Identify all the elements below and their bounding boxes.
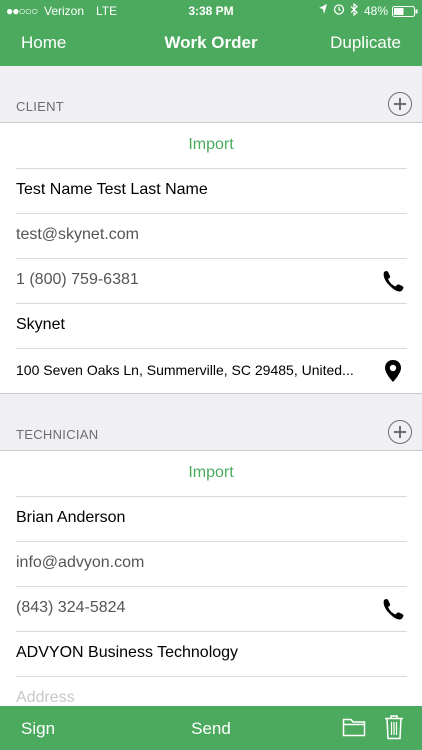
- technician-header-label: TECHNICIAN: [16, 427, 99, 442]
- client-import-button[interactable]: Import: [0, 136, 422, 154]
- technician-name-row[interactable]: Brian Anderson: [0, 496, 422, 541]
- technician-name-field[interactable]: Brian Anderson: [16, 509, 125, 527]
- technician-address-field[interactable]: Address: [16, 689, 75, 706]
- folder-icon[interactable]: [342, 716, 366, 743]
- technician-company-field[interactable]: ADVYON Business Technology: [16, 644, 238, 662]
- trash-icon[interactable]: [384, 714, 404, 745]
- duplicate-button[interactable]: Duplicate: [330, 33, 401, 53]
- client-phone-row[interactable]: 1 (800) 759-6381: [0, 258, 422, 303]
- form-content[interactable]: CLIENT Import Test Name Test Last Name t…: [0, 66, 422, 706]
- client-name-row[interactable]: Test Name Test Last Name: [0, 168, 422, 213]
- client-address-row[interactable]: 100 Seven Oaks Ln, Summerville, SC 29485…: [0, 348, 422, 393]
- map-pin-icon[interactable]: [380, 358, 406, 384]
- location-icon: [318, 3, 328, 18]
- phone-icon[interactable]: [380, 596, 406, 622]
- technician-address-row[interactable]: Address: [0, 676, 422, 706]
- status-bar: ●●○○○ Verizon LTE 3:38 PM 48%: [0, 0, 422, 22]
- add-client-icon[interactable]: [388, 92, 412, 116]
- alarm-icon: [333, 3, 345, 18]
- client-company-field[interactable]: Skynet: [16, 316, 65, 334]
- technician-phone-row[interactable]: (843) 324-5824: [0, 586, 422, 631]
- phone-icon[interactable]: [380, 268, 406, 294]
- battery-percent: 48%: [364, 4, 389, 18]
- bottom-toolbar: Sign Send: [0, 706, 422, 750]
- client-address-field[interactable]: 100 Seven Oaks Ln, Summerville, SC 29485…: [16, 362, 354, 378]
- battery-icon: [392, 6, 418, 20]
- client-header-label: CLIENT: [16, 99, 65, 114]
- client-group: Import Test Name Test Last Name test@sky…: [0, 122, 422, 394]
- bluetooth-icon: [350, 2, 359, 19]
- technician-phone-field[interactable]: (843) 324-5824: [16, 599, 125, 617]
- add-technician-icon[interactable]: [388, 420, 412, 444]
- technician-company-row[interactable]: ADVYON Business Technology: [0, 631, 422, 676]
- technician-email-row[interactable]: info@advyon.com: [0, 541, 422, 586]
- technician-import-row[interactable]: Import: [0, 451, 422, 496]
- client-email-row[interactable]: test@skynet.com: [0, 213, 422, 258]
- technician-email-field[interactable]: info@advyon.com: [16, 554, 144, 572]
- client-name-field[interactable]: Test Name Test Last Name: [16, 181, 208, 199]
- client-phone-field[interactable]: 1 (800) 759-6381: [16, 271, 139, 289]
- technician-section-header: TECHNICIAN: [0, 394, 422, 450]
- client-company-row[interactable]: Skynet: [0, 303, 422, 348]
- technician-group: Import Brian Anderson info@advyon.com (8…: [0, 450, 422, 706]
- client-section-header: CLIENT: [0, 66, 422, 122]
- navigation-bar: Home Work Order Duplicate: [0, 22, 422, 66]
- client-import-row[interactable]: Import: [0, 123, 422, 168]
- client-email-field[interactable]: test@skynet.com: [16, 226, 139, 244]
- technician-import-button[interactable]: Import: [0, 464, 422, 482]
